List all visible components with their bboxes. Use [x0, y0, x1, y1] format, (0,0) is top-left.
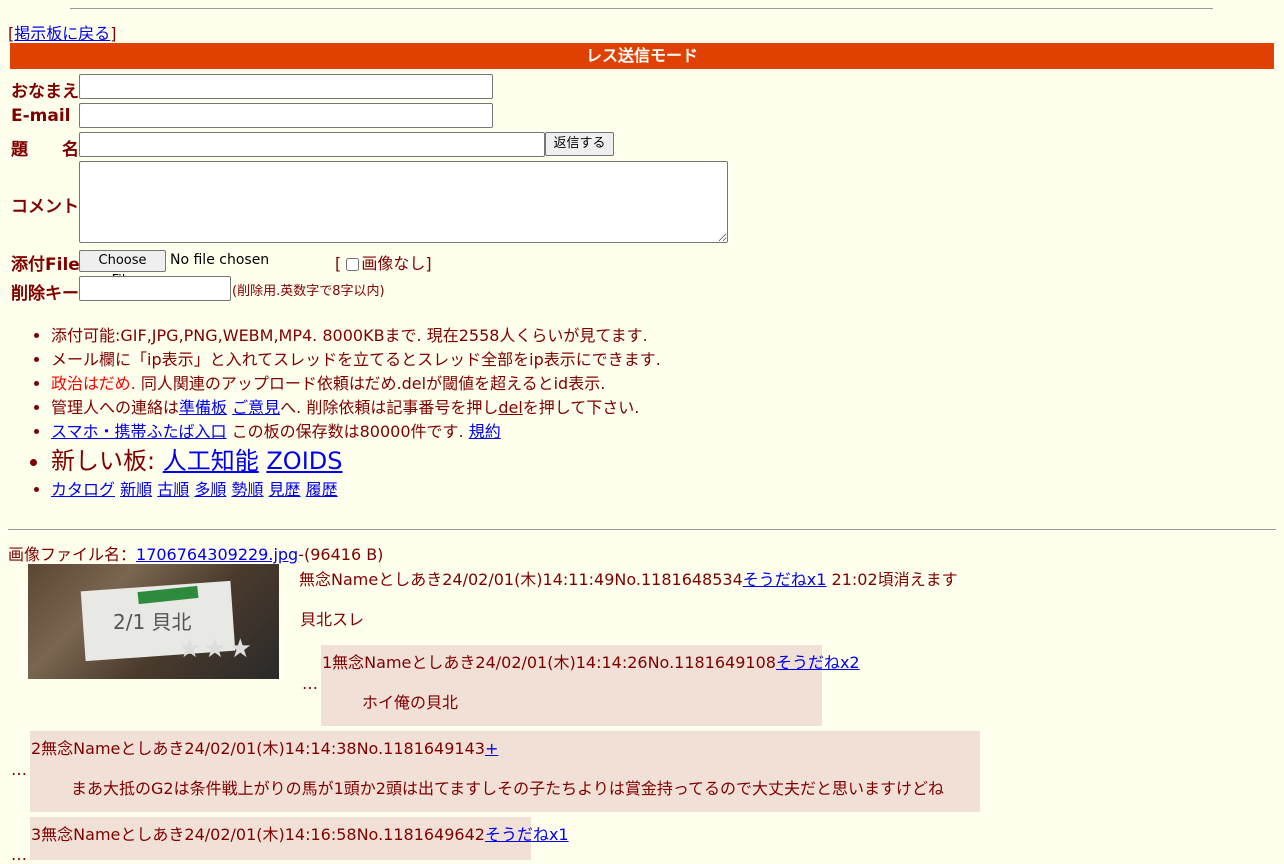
delete-key-label: 削除キー	[11, 284, 79, 304]
reply-sodane-link[interactable]: +	[485, 739, 498, 758]
delete-key-input[interactable]	[79, 276, 231, 301]
reply-header: 3無念Nameとしあき24/02/01(木)14:16:58No.1181649…	[31, 821, 569, 845]
delete-key-note: (削除用.英数字で8字以内)	[232, 284, 385, 299]
reply-header-text: 1無念Nameとしあき24/02/01(木)14:14:26No.1181649…	[322, 653, 776, 672]
file-label: 添付File	[11, 255, 80, 275]
reply-body: まあ大抵のG2は条件戦上がりの馬が1頭か2頭は出てますしその子たちよりは賞金持っ…	[71, 779, 945, 798]
sort-momentum-link[interactable]: 勢順	[231, 480, 263, 499]
rule-text: 同人関連のアップロード依頼はだめ.delが閾値を超えるとid表示.	[135, 374, 606, 393]
subject-label: 題 名	[11, 140, 79, 160]
op-header-text: 無念Nameとしあき24/02/01(木)14:11:49No.11816485…	[299, 570, 743, 589]
rule-text: へ. 削除依頼は記事番号を押し	[280, 398, 499, 417]
op-expire-text: 21:02頃消えます	[826, 570, 958, 589]
reply-header-text: 2無念Nameとしあき24/02/01(木)14:14:38No.1181649…	[31, 739, 485, 758]
new-boards-label: 新しい板:	[51, 447, 163, 475]
reply-header: 2無念Nameとしあき24/02/01(木)14:14:38No.1181649…	[31, 735, 498, 759]
thumb-text: 2/1 貝北	[113, 610, 192, 634]
bracket-open: [	[335, 254, 342, 273]
board-rules-list: 添付可能:GIF,JPG,PNG,WEBM,MP4. 8000KBまで. 現在2…	[11, 324, 661, 502]
reply-ellipsis: …	[11, 760, 27, 779]
rule-item: スマホ・携帯ふたば入口 この板の保存数は80000件です. 規約	[51, 420, 661, 444]
back-nav: [掲示板に戻る]	[8, 20, 117, 44]
no-image-option: [ 画像なし]	[335, 250, 432, 274]
terms-link[interactable]: 規約	[469, 422, 501, 441]
reply-mode-banner: レス送信モード	[10, 43, 1274, 69]
no-image-label: 画像なし	[361, 254, 426, 273]
thumb-stars: ★★★	[178, 634, 254, 664]
rule-item: 管理人への連絡は準備板 ご意見へ. 削除依頼は記事番号を押しdelを押して下さい…	[51, 396, 661, 420]
prep-board-link[interactable]: 準備板	[179, 398, 227, 417]
no-image-checkbox[interactable]	[346, 258, 360, 271]
rule-text: を押して下さい.	[522, 398, 640, 417]
rule-text: 管理人への連絡は	[51, 398, 180, 417]
sort-old-link[interactable]: 古順	[157, 480, 189, 499]
email-label: E-mail	[11, 106, 71, 126]
op-sodane-link[interactable]: そうだねx1	[743, 570, 827, 589]
feedback-link[interactable]: ご意見	[232, 398, 280, 417]
op-body: 貝北スレ	[300, 610, 365, 629]
thread-thumbnail[interactable]: 2/1 貝北 ★★★	[28, 564, 279, 679]
back-to-board-link[interactable]: 掲示板に戻る	[14, 24, 110, 43]
sort-many-link[interactable]: 多順	[194, 480, 226, 499]
sort-links-item: カタログ 新順 古順 多順 勢順 見歴 履歴	[51, 478, 661, 502]
image-file-link[interactable]: 1706764309229.jpg	[136, 545, 298, 564]
file-info: 画像ファイル名：1706764309229.jpg-(96416 B)	[8, 541, 383, 565]
thread-divider	[8, 529, 1276, 530]
mobile-entrance-link[interactable]: スマホ・携帯ふたば入口	[51, 422, 227, 441]
politics-warning: 政治はだめ.	[51, 374, 136, 393]
reply-post: 3無念Nameとしあき24/02/01(木)14:16:58No.1181649…	[30, 817, 569, 860]
reply-ellipsis: …	[302, 674, 318, 693]
del-text: del	[498, 398, 523, 417]
sort-new-link[interactable]: 新順	[120, 480, 152, 499]
viewed-history-link[interactable]: 見歴	[269, 480, 301, 499]
submit-reply-button[interactable]: 返信する	[545, 132, 614, 156]
reply-header-text: 3無念Nameとしあき24/02/01(木)14:16:58No.1181649…	[31, 825, 485, 844]
no-file-chosen-text: No file chosen	[170, 252, 270, 268]
post-history-link[interactable]: 履歴	[306, 480, 338, 499]
rule-item: 添付可能:GIF,JPG,PNG,WEBM,MP4. 8000KBまで. 現在2…	[51, 324, 661, 348]
subject-input[interactable]	[79, 132, 545, 157]
rule-item: 政治はだめ. 同人関連のアップロード依頼はだめ.delが閾値を超えるとid表示.	[51, 372, 661, 396]
reply-sodane-link[interactable]: そうだねx2	[776, 653, 860, 672]
name-label: おなまえ	[11, 82, 79, 102]
comment-label: コメント	[11, 197, 79, 217]
reply-post: 2無念Nameとしあき24/02/01(木)14:14:38No.1181649…	[30, 731, 980, 812]
reply-ellipsis: …	[11, 845, 27, 864]
rule-item: メール欄に「ip表示」と入れてスレッドを立てるとスレッド全部をip表示にできます…	[51, 348, 661, 372]
file-prefix: 画像ファイル名：	[8, 545, 137, 564]
name-input[interactable]	[79, 74, 493, 99]
catalog-link[interactable]: カタログ	[51, 480, 115, 499]
new-boards-item: 新しい板: 人工知能 ZOIDS	[51, 444, 661, 478]
comment-textarea[interactable]	[79, 161, 728, 243]
file-size: -(96416 B)	[298, 545, 384, 564]
email-input[interactable]	[79, 103, 493, 128]
bracket-close: ]	[425, 254, 432, 273]
reply-sodane-link[interactable]: そうだねx1	[485, 825, 569, 844]
reply-header: 1無念Nameとしあき24/02/01(木)14:14:26No.1181649…	[322, 649, 860, 673]
board-link-ai[interactable]: 人工知能	[163, 447, 259, 475]
board-link-zoids[interactable]: ZOIDS	[266, 447, 342, 475]
top-divider	[70, 8, 1213, 9]
bracket-close: ]	[110, 24, 117, 43]
op-header: 無念Nameとしあき24/02/01(木)14:11:49No.11816485…	[299, 566, 958, 590]
choose-file-button[interactable]: Choose File	[79, 250, 166, 288]
reply-body: ホイ俺の貝北	[362, 693, 459, 712]
rule-text: この板の保存数は80000件です.	[226, 422, 469, 441]
reply-post: 1無念Nameとしあき24/02/01(木)14:14:26No.1181649…	[321, 645, 860, 726]
